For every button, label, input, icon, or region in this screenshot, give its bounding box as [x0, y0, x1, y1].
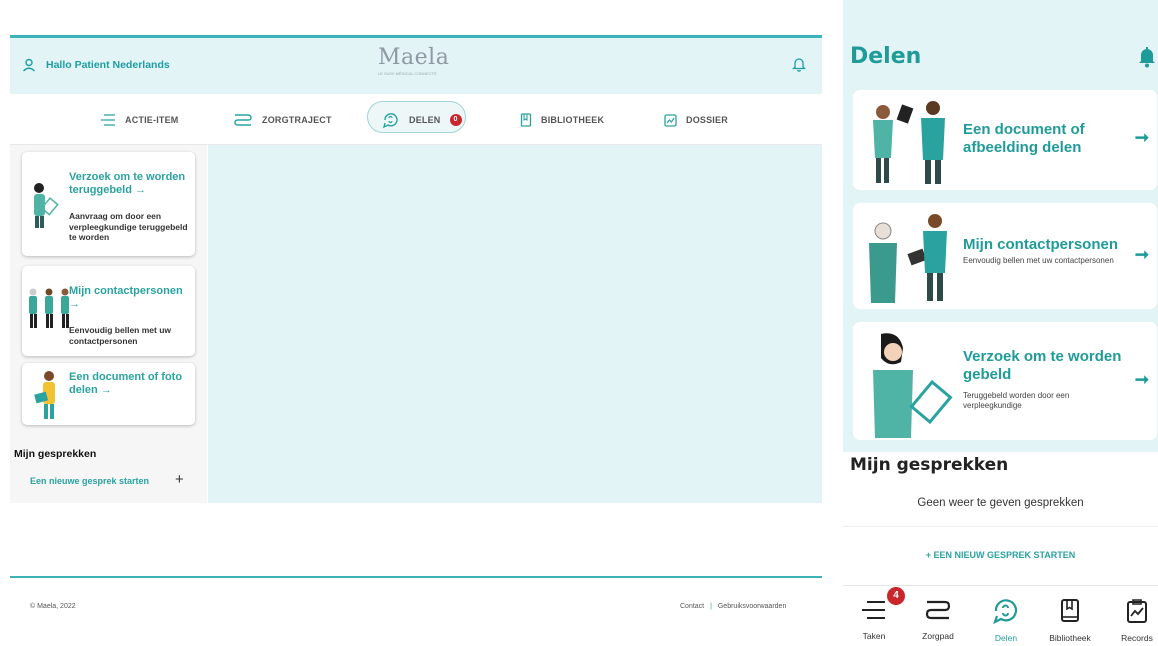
tab-records[interactable]: Records [1106, 598, 1158, 643]
mobile-card-title: Mijn contactpersonen [963, 236, 1119, 253]
nav-dossier[interactable]: DOSSIER [664, 112, 728, 128]
mobile-share-document-card[interactable]: Een document of afbeelding delen ➞ [853, 90, 1157, 190]
records-icon [664, 114, 677, 127]
logo-tagline: LE SUIVI MÉDICAL CONNECTÉ [378, 71, 437, 76]
mobile-bell-icon[interactable] [1138, 46, 1156, 73]
tab-label: Records [1121, 633, 1153, 643]
mobile-card-title: Verzoek om te worden gebeld [963, 348, 1122, 383]
doctors-illustration-icon [869, 214, 947, 303]
no-conversations-text: Geen weer te geven gesprekken [917, 497, 1084, 509]
mobile-conversations-title: Mijn gesprekken [850, 455, 1009, 475]
content-panel [208, 145, 822, 503]
copyright: © Maela, 2022 [30, 603, 76, 610]
mobile-card-description: Teruggebeld worden door een verpleegkund… [963, 391, 1070, 410]
callback-request-card[interactable]: Verzoek om te worden teruggebeld → Aanvr… [22, 152, 195, 256]
arrow-right-icon: ➞ [1134, 370, 1149, 389]
route-icon [925, 600, 951, 620]
share-speech-icon [383, 113, 398, 128]
contacts-card[interactable]: Mijn contactpersonen → Eenvoudig bellen … [22, 266, 195, 356]
care-team-illustration-icon [29, 288, 69, 328]
nav-label: DELEN [409, 115, 441, 125]
new-conversation-link[interactable]: Een nieuwe gesprek starten [30, 476, 149, 486]
footer-links: Contact | Gebruiksvoorwaarden [680, 603, 786, 610]
mobile-card-title: Een document of afbeelding delen [963, 121, 1085, 156]
conversations-title: Mijn gesprekken [14, 448, 97, 460]
nav-label: BIBLIOTHEEK [541, 115, 605, 125]
mobile-contacts-card[interactable]: Mijn contactpersonen Eenvoudig bellen me… [853, 203, 1157, 309]
card-description: Eenvoudig bellen met uw contactpersonen [69, 325, 172, 346]
card-description: Aanvraag om door een verpleegkundige ter… [69, 211, 188, 242]
tab-label: Delen [994, 633, 1018, 643]
footer-divider [10, 576, 822, 578]
greeting-text: Hallo Patient Nederlands [46, 59, 170, 71]
card-title: Verzoek om te worden teruggebeld → [69, 171, 186, 196]
nav-bibliotheek[interactable]: BIBLIOTHEEK [520, 112, 604, 128]
tab-label: Bibliotheek [1049, 633, 1091, 643]
card-title: Een document of foto delen → [69, 371, 183, 396]
share-document-card[interactable]: Een document of foto delen → [22, 363, 195, 425]
arrow-right-icon: ➞ [1134, 128, 1149, 147]
book-icon [1061, 599, 1079, 622]
book-icon [520, 113, 532, 127]
mobile-callback-card[interactable]: Verzoek om te worden gebeld Teruggebeld … [853, 322, 1157, 440]
share-speech-icon [993, 599, 1018, 625]
nav-zorgtraject[interactable]: ZORGTRAJECT [233, 112, 332, 128]
arrow-right-icon: ➞ [1134, 245, 1149, 264]
list-icon [862, 601, 885, 619]
tab-bibliotheek[interactable]: Bibliotheek [1039, 598, 1101, 643]
nurse-phone-illustration-icon [873, 333, 953, 438]
contact-link[interactable]: Contact [680, 603, 704, 610]
mobile-new-conversation-button[interactable]: + EEN NIEUW GESPREK STARTEN [843, 550, 1158, 560]
nav-label: ACTIE-ITEM [125, 115, 179, 125]
tabbar-divider [843, 585, 1158, 586]
doctors-document-illustration-icon [873, 101, 945, 184]
plus-icon[interactable]: + [175, 471, 184, 488]
nav-label: ZORGTRAJECT [262, 115, 332, 125]
tab-delen[interactable]: Delen [975, 598, 1037, 643]
notification-bell-icon[interactable] [791, 56, 807, 77]
nav-actie-item[interactable]: ACTIE-ITEM [100, 112, 179, 128]
records-icon [1127, 599, 1147, 623]
mobile-card-description: Eenvoudig bellen met uw contactpersonen [963, 256, 1114, 265]
nav-delen[interactable]: DELEN 0 [382, 112, 462, 128]
mobile-page-title: Delen [850, 44, 922, 69]
list-icon [101, 114, 115, 126]
nurse-illustration-icon [34, 183, 59, 228]
card-title: Mijn contactpersonen → [69, 285, 183, 310]
footer-separator: | [710, 603, 712, 610]
tab-zorgpad[interactable]: Zorgpad [907, 598, 969, 641]
user-greeting[interactable]: Hallo Patient Nederlands [22, 58, 170, 72]
taken-badge: 4 [887, 587, 905, 605]
logo[interactable]: Maela [378, 45, 449, 70]
person-document-illustration-icon [34, 371, 55, 419]
nav-delen-badge: 0 [449, 114, 462, 126]
tab-label: Zorgpad [922, 631, 954, 641]
route-icon [234, 114, 252, 126]
tab-label: Taken [862, 631, 886, 641]
user-icon [23, 58, 35, 72]
nav-label: DOSSIER [686, 115, 728, 125]
terms-link[interactable]: Gebruiksvoorwaarden [718, 603, 786, 610]
divider [843, 526, 1158, 527]
